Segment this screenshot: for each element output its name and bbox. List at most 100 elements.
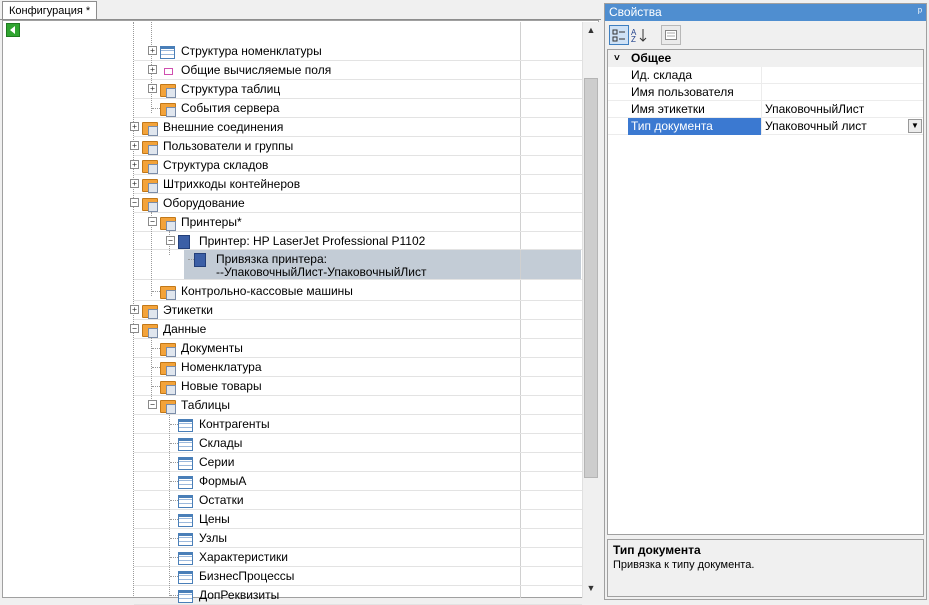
tree-node[interactable]: + Внешние соединения <box>130 118 581 137</box>
dropdown-arrow-icon[interactable]: ▼ <box>908 119 922 133</box>
table-icon <box>178 438 193 451</box>
collapse-icon[interactable]: − <box>130 198 139 207</box>
collapse-icon[interactable]: − <box>148 217 157 226</box>
property-grid[interactable]: ˅ Общее Ид. склада Имя пользователя Имя … <box>607 49 924 535</box>
property-value[interactable] <box>762 67 923 84</box>
expand-icon[interactable]: + <box>148 46 157 55</box>
tree-node[interactable]: + Этикетки <box>130 301 581 320</box>
categorized-view-button[interactable] <box>609 25 629 45</box>
category-label: Общее <box>631 51 672 65</box>
expand-icon[interactable]: + <box>130 141 139 150</box>
property-value[interactable] <box>762 84 923 101</box>
expand-icon[interactable]: + <box>130 179 139 188</box>
alphabetical-sort-button[interactable]: A Z <box>630 25 650 45</box>
tree-node[interactable]: + Пользователи и группы <box>130 137 581 156</box>
scroll-down-icon[interactable]: ▼ <box>583 580 599 596</box>
tree-node-label: События сервера <box>181 101 280 115</box>
tree-node-label: Контрагенты <box>199 417 270 431</box>
collapse-icon[interactable]: − <box>148 400 157 409</box>
field-icon <box>164 68 173 75</box>
tree-node[interactable]: Остатки <box>166 491 581 510</box>
table-icon <box>178 571 193 584</box>
description-title: Тип документа <box>613 543 701 557</box>
expand-icon[interactable]: + <box>148 84 157 93</box>
tree-node-label: ФормыА <box>199 474 247 488</box>
property-row[interactable]: Ид. склада <box>608 67 923 84</box>
folder-table-icon <box>160 84 176 98</box>
tree-node[interactable]: − Данные <box>130 320 581 339</box>
tree-node-label-secondary: --УпаковочныйЛист-УпаковочныйЛист <box>216 265 427 279</box>
tab-configuration[interactable]: Конфигурация * <box>2 1 98 20</box>
tree-node[interactable]: Склады <box>166 434 581 453</box>
properties-title: Свойства ᵖ <box>605 4 926 21</box>
tree-node[interactable]: Серии <box>166 453 581 472</box>
tree-node-label: Структура таблиц <box>181 82 281 96</box>
category-general[interactable]: ˅ Общее <box>608 50 923 67</box>
table-icon <box>160 46 175 59</box>
property-pages-button[interactable] <box>661 25 681 45</box>
tree-node[interactable]: − Принтеры* <box>148 213 581 232</box>
property-row[interactable]: Имя этикетки УпаковочныйЛист <box>608 101 923 118</box>
document-type-select[interactable]: Упаковочный лист ▼ <box>762 118 923 135</box>
tree-node-label: Документы <box>181 341 243 355</box>
collapse-chevron-icon[interactable]: ˅ <box>614 50 620 67</box>
tree-node[interactable]: События сервера <box>148 99 581 118</box>
expand-icon[interactable]: + <box>130 160 139 169</box>
back-arrow-icon[interactable] <box>6 23 20 37</box>
table-icon <box>178 476 193 489</box>
tree-node[interactable]: − Принтер: HP LaserJet Professional P1102 <box>166 232 581 250</box>
collapse-icon[interactable]: − <box>166 236 175 245</box>
tree-node[interactable]: + Структура таблиц <box>148 80 581 99</box>
expand-icon[interactable]: + <box>130 122 139 131</box>
property-value[interactable]: УпаковочныйЛист <box>762 101 923 118</box>
tree-node[interactable]: + Общие вычисляемые поля <box>148 61 581 80</box>
pin-icon[interactable]: ᵖ <box>918 4 922 21</box>
tree-node-label: Оборудование <box>163 196 245 210</box>
tree-node[interactable]: + Структура складов <box>130 156 581 175</box>
table-icon <box>178 533 193 546</box>
table-icon <box>178 514 193 527</box>
tree-node[interactable]: ФормыА <box>166 472 581 491</box>
tree-node[interactable]: Узлы <box>166 529 581 548</box>
sort-az-icon: A Z <box>631 28 647 44</box>
tree-node[interactable]: − Таблицы <box>148 396 581 415</box>
tree-node-label: БизнесПроцессы <box>199 569 295 583</box>
collapse-icon[interactable]: − <box>130 324 139 333</box>
scroll-up-icon[interactable]: ▲ <box>583 22 599 38</box>
folder-connection-icon <box>142 122 158 136</box>
folder-table-icon <box>160 400 176 414</box>
table-icon <box>178 590 193 603</box>
property-row[interactable]: Имя пользователя <box>608 84 923 101</box>
tree-node[interactable]: Документы <box>148 339 581 358</box>
property-pages-icon <box>665 30 677 40</box>
tree-node[interactable]: + Штрихкоды контейнеров <box>130 175 581 194</box>
property-name: Тип документа <box>628 118 762 135</box>
expand-icon[interactable]: + <box>130 305 139 314</box>
property-row-selected[interactable]: Тип документа Упаковочный лист ▼ <box>608 118 923 135</box>
tree-node[interactable]: ДопРеквизиты <box>166 586 581 605</box>
tree-node[interactable]: Новые товары <box>148 377 581 396</box>
folder-equipment-icon <box>142 198 158 212</box>
tree-node-label: Остатки <box>199 493 244 507</box>
scrollbar-thumb[interactable] <box>584 78 598 478</box>
tree-node-label: Цены <box>199 512 230 526</box>
tree-node[interactable]: + Структура номенклатуры <box>148 42 581 61</box>
tree-node[interactable]: Привязка принтера: --УпаковочныйЛист-Упак… <box>184 250 581 280</box>
tree-node-label: Контрольно-кассовые машины <box>181 284 353 298</box>
vertical-scrollbar[interactable]: ▲ ▼ <box>582 22 599 598</box>
tree-node[interactable]: БизнесПроцессы <box>166 567 581 586</box>
property-name: Ид. склада <box>628 67 762 84</box>
tree-node[interactable]: Цены <box>166 510 581 529</box>
tree-node[interactable]: Контрагенты <box>166 415 581 434</box>
tree-node-label: Внешние соединения <box>163 120 284 134</box>
folder-doc-icon <box>160 381 176 395</box>
expand-icon[interactable]: + <box>148 65 157 74</box>
folder-barcode-icon <box>142 179 158 193</box>
tree-node[interactable]: Контрольно-кассовые машины <box>148 282 581 301</box>
tree-node[interactable]: Характеристики <box>166 548 581 567</box>
folder-data-icon <box>142 324 158 338</box>
table-icon <box>178 552 193 565</box>
tree-node[interactable]: Номенклатура <box>148 358 581 377</box>
tree-node[interactable]: − Оборудование <box>130 194 581 213</box>
tree-node-label: Принтеры* <box>181 215 242 229</box>
